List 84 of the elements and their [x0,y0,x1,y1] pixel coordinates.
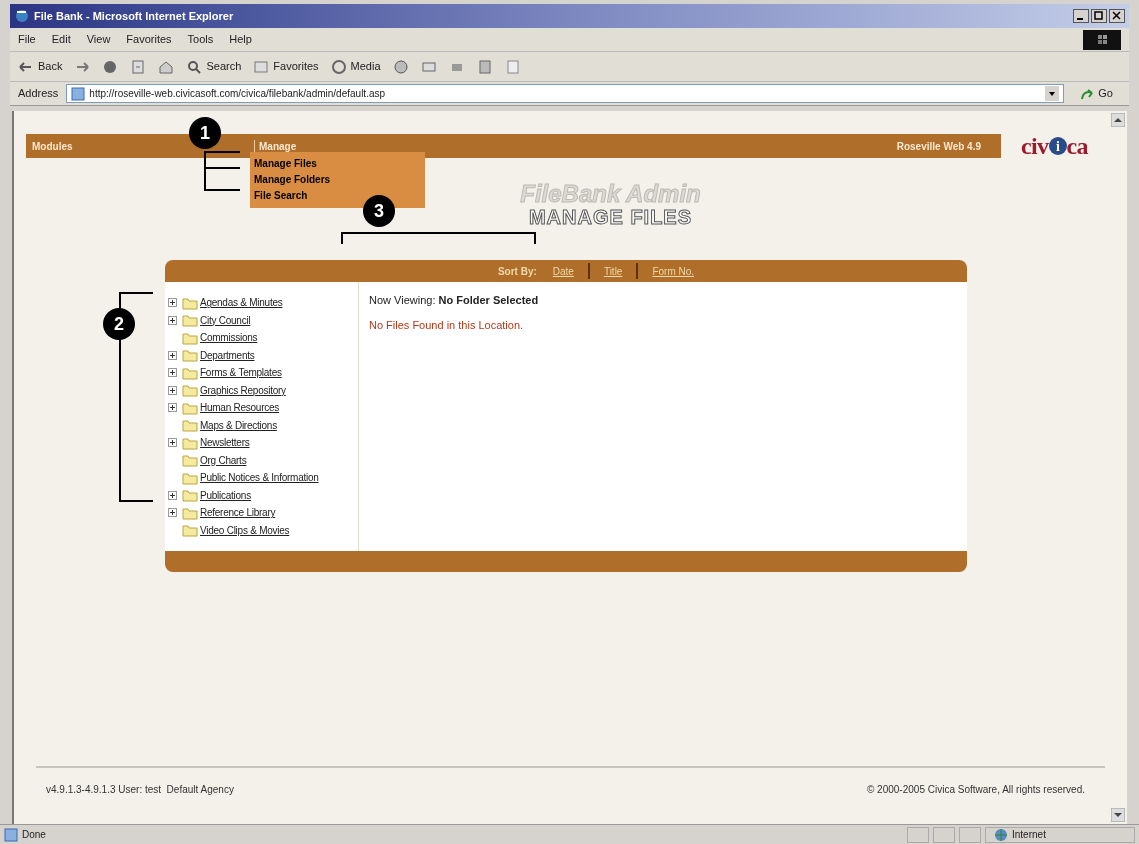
expand-icon[interactable] [168,315,177,325]
callout-badge: 3 [363,195,395,227]
expand-icon[interactable] [168,385,177,395]
leader-line [206,167,240,169]
ie-logo-icon [14,8,30,24]
folder-link[interactable]: Newsletters [200,435,250,451]
expand-icon[interactable] [168,403,177,413]
folder-icon [182,400,198,415]
expand-icon[interactable] [168,490,177,500]
viewing-status: Now Viewing: No Folder Selected [369,293,539,308]
folder-icon [182,365,198,380]
close-icon[interactable] [1109,9,1125,23]
page-icon [71,86,86,101]
menu-item[interactable]: View [86,31,111,48]
folder-icon [182,330,198,345]
menu-item[interactable]: File [18,31,36,48]
folder-link[interactable]: Agendas & Minutes [200,295,283,311]
favorites-button[interactable]: Favorites [253,58,319,75]
section-title: MANAGE FILES [528,206,693,228]
expand-icon[interactable] [168,508,177,518]
folder-icon [182,523,198,538]
sort-label: Sort By: [497,264,537,279]
windows-logo-icon [1083,29,1121,50]
manage-link[interactable]: Manage [259,138,297,154]
status-pane [959,826,981,843]
folder-icon [182,313,198,328]
folder-icon [182,348,198,363]
address-label: Address [18,86,59,102]
civica-logo: civ i ca [1021,132,1088,161]
media-button[interactable]: Media [330,58,381,75]
folder-icon [182,453,198,468]
status-text: Done [22,828,47,842]
go-button[interactable]: Go [1072,85,1121,102]
folder-link[interactable]: Maps & Directions [200,417,277,433]
zone-label: Internet [1012,828,1046,842]
folder-link[interactable]: Forms & Templates [200,365,282,381]
maximize-icon[interactable] [1091,9,1107,23]
menu-item[interactable]: Edit [51,31,71,48]
folder-icon [182,295,198,310]
site-name: Roseville Web 4.9 [896,139,981,154]
expand-icon[interactable] [168,298,177,308]
go-arrow-icon [1080,86,1095,101]
globe-icon [994,827,1008,842]
scroll-down-arrow-icon[interactable] [1111,808,1125,822]
folder-icon [182,383,198,398]
folder-icon [182,488,198,503]
empty-message: No Files Found in this Location. [369,317,525,333]
menu-item[interactable]: Favorites [126,31,172,48]
folder-link[interactable]: Video Clips & Movies [200,522,290,538]
address-field[interactable]: http://roseville-web.civicasoft.com/civica/filebank/admin/default.asp [66,84,1065,103]
scroll-up-arrow-icon[interactable] [1111,113,1125,127]
dropdown-item[interactable]: Manage Folders [254,172,421,188]
page-icon [4,827,18,842]
menu-item[interactable]: Help [229,31,252,48]
folder-link[interactable]: Org Charts [200,452,247,468]
expand-icon[interactable] [168,350,177,360]
folder-icon [182,418,198,433]
app-title: FileBank Admin [520,182,701,206]
folder-link[interactable]: Human Resources [200,400,280,416]
callout-badge: 1 [189,117,221,149]
folder-icon [182,470,198,485]
expand-icon[interactable] [168,368,177,378]
dropdown-item[interactable]: Manage Files [254,156,421,172]
expand-icon[interactable] [168,438,177,448]
status-pane [907,826,929,843]
folder-link[interactable]: Publications [200,487,251,503]
copyright-text: © 2000-2005 Civica Software, All rights reserved. [866,783,1085,797]
callout-badge: 2 [103,308,135,340]
folder-link[interactable]: City Council [200,312,251,328]
folder-link[interactable]: Public Notices & Information [200,470,319,486]
folder-icon [182,435,198,450]
folder-link[interactable]: Reference Library [200,505,276,521]
folder-icon [182,505,198,520]
search-button[interactable]: Search [186,58,242,75]
search-icon [186,58,203,75]
folder-link[interactable]: Commissions [200,330,258,346]
folder-link[interactable]: Graphics Repository [200,382,286,398]
folder-link[interactable]: Departments [200,347,255,363]
version-info: v4.9.1.3-4.9.1.3 User: test Default Agency [46,783,234,797]
menu-item[interactable]: Tools [187,31,214,48]
window-title: File Bank - Microsoft Internet Explorer [34,8,234,24]
minimize-icon[interactable] [1073,9,1089,23]
back-button[interactable]: Back [18,58,63,75]
status-pane [933,826,955,843]
